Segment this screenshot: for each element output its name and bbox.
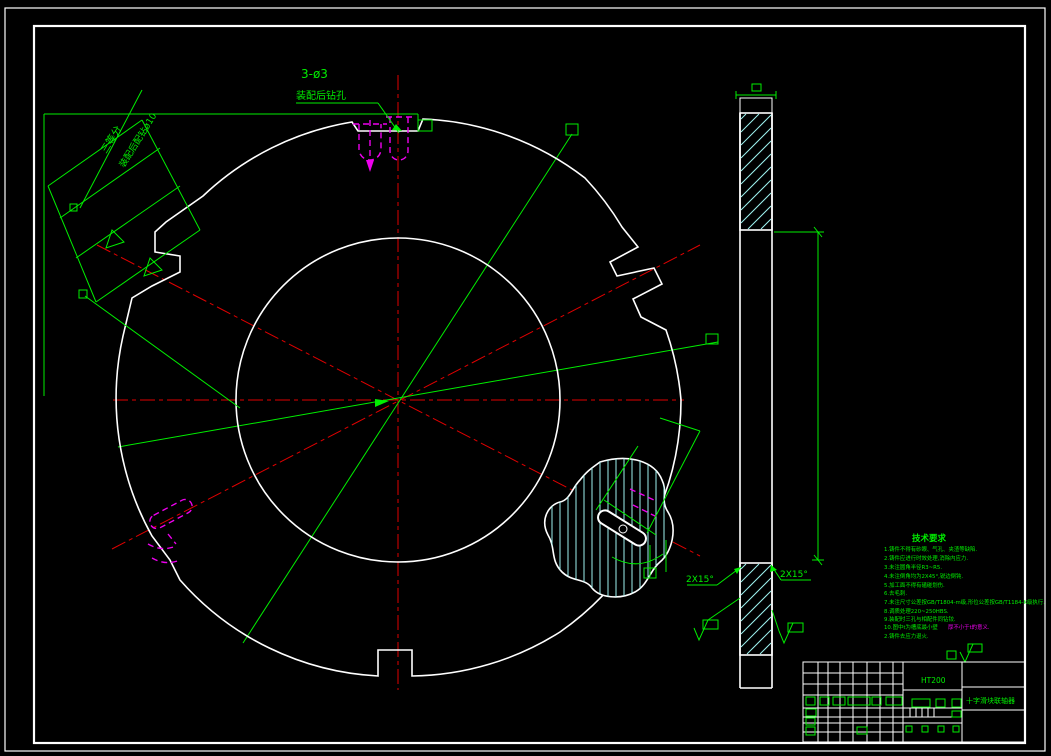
upper-hatch-band [739,112,773,231]
left-note-line1: 三等分 [98,123,125,155]
svg-text:6.去毛刺.: 6.去毛刺. [884,589,907,597]
top-dimension [44,113,433,132]
upper-left-dimensions: 三等分 装配后配钻ø10 [43,89,241,409]
svg-text:10.图中t为槽底最小壁: 10.图中t为槽底最小壁 [884,623,938,631]
svg-text:7.未注尺寸公差按GB/T1804-m级,形位公差按GB/T: 7.未注尺寸公差按GB/T1804-m级,形位公差按GB/T1184-K级执行. [884,598,1045,606]
centerlines [96,75,701,690]
chamfer-right-text: 2X15° [780,570,808,580]
svg-text:2.铸件应进行时效处理,消除内应力.: 2.铸件应进行时效处理,消除内应力. [884,554,968,562]
part-name-text: 十字滑块联轴器 [966,696,1015,705]
tech-notes-title: 技术要求 [912,533,947,544]
svg-text:8.调质处理220~250HBS.: 8.调质处理220~250HBS. [884,607,949,615]
title-block: HT200 十字滑块联轴器 [802,661,1026,743]
svg-text:2.铸件去应力退火.: 2.铸件去应力退火. [884,632,929,640]
lower-left-hidden-slot [147,498,193,564]
chamfer-callout-right: 2X15° [770,564,811,581]
svg-text:5.加工面不得有磕碰划伤.: 5.加工面不得有磕碰划伤. [884,581,945,589]
front-view: 3-ø3 装配后钻孔 三等分 装配后配钻ø10 [43,67,719,690]
hole-callout-line2: 装配后钻孔 [296,89,346,102]
tech-notes: 技术要求 1.铸件不得有砂眼、气孔、夹渣等缺陷. 2.铸件应进行时效处理,消除内… [884,533,1045,640]
tech-notes-magenta: 厚不小于t的意义. [948,623,990,631]
material-text: HT200 [921,676,946,685]
chamfer-callout-left: 2X15° [686,566,742,586]
lower-hatch-band [739,562,773,656]
hole-callout-line1: 3-ø3 [301,67,328,81]
svg-text:3.未注圆角半径R3~R5.: 3.未注圆角半径R3~R5. [884,563,942,571]
svg-text:9.装配时三孔与相配件同钻铰.: 9.装配时三孔与相配件同钻铰. [884,615,956,623]
cad-drawing-screenshot: 3-ø3 装配后钻孔 三等分 装配后配钻ø10 2X15° 2X15° 技术要求… [0,0,1051,756]
svg-text:1.铸件不得有砂眼、气孔、夹渣等缺陷.: 1.铸件不得有砂眼、气孔、夹渣等缺陷. [884,545,977,553]
roughness-symbol-right [771,609,804,645]
height-dimension [774,226,824,566]
svg-text:4.未注倒角均为2X45°,锐边倒钝.: 4.未注倒角均为2X45°,锐边倒钝. [884,572,963,580]
rest-roughness-symbol [946,643,983,664]
top-hidden-slots [353,116,412,172]
side-section-view: 2X15° 2X15° [686,83,824,689]
cad-canvas: 3-ø3 装配后钻孔 三等分 装配后配钻ø10 2X15° 2X15° 技术要求… [4,7,1046,752]
roughness-symbol-left [693,597,741,642]
chamfer-left-text: 2X15° [686,575,714,585]
